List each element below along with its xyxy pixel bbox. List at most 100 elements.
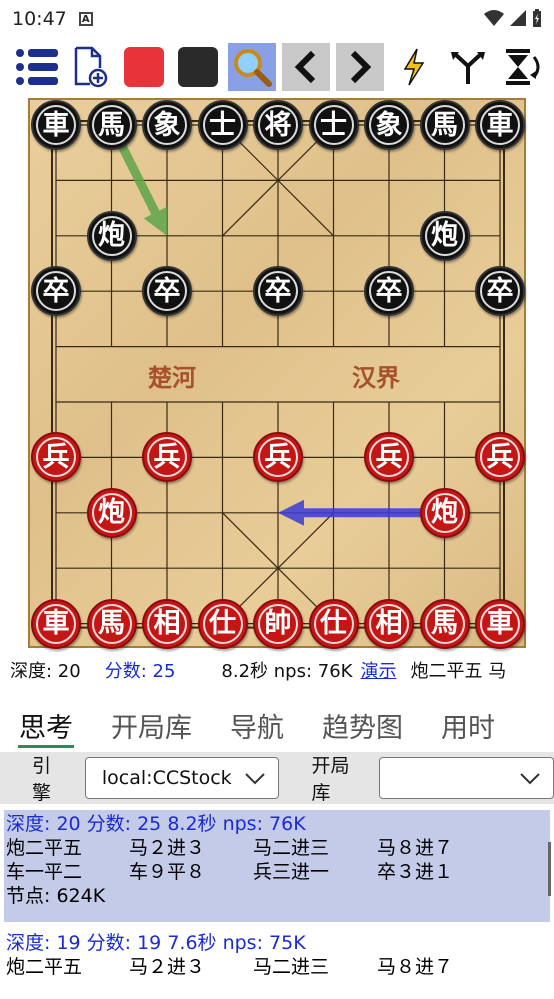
black-piece[interactable]: 馬 [86, 100, 137, 150]
piece-label: 馬 [91, 105, 132, 145]
piece-label: 馬 [91, 603, 132, 644]
black-piece[interactable]: 卒 [253, 266, 303, 317]
move: 卒３进１ [377, 861, 454, 883]
result-moves: 炮二平五 马２进３ 马二进三 马８进７ 车一平二 车９平８ 兵三进一 卒３进１ [6, 836, 550, 884]
piece-label: 車 [480, 105, 520, 145]
black-piece[interactable]: 将 [253, 100, 303, 150]
piece-label: 炮 [424, 215, 465, 256]
black-piece[interactable]: 卒 [475, 266, 525, 317]
tab-navigation[interactable]: 导航 [211, 700, 303, 750]
move: 马二进三 [253, 837, 330, 859]
tab-opening-book[interactable]: 开局库 [92, 700, 211, 750]
engine-move-button[interactable] [390, 43, 438, 91]
black-piece[interactable]: 車 [31, 100, 81, 150]
demo-link[interactable]: 演示 [360, 657, 396, 683]
move: 马二进三 [253, 956, 330, 978]
analysis-result[interactable]: 深度: 19 分数: 19 7.6秒 nps: 75K 炮二平五 马２进３ 马二… [4, 929, 550, 999]
red-side-button[interactable] [120, 43, 168, 91]
move: 马２进３ [129, 837, 206, 859]
piece-label: 卒 [36, 271, 76, 312]
result-header: 深度: 19 分数: 19 7.6秒 nps: 75K [6, 932, 306, 954]
board-grid [51, 120, 505, 629]
red-piece[interactable]: 馬 [419, 598, 470, 649]
black-piece[interactable]: 卒 [31, 266, 81, 317]
move: 车一平二 [6, 861, 83, 883]
red-piece[interactable]: 仕 [197, 598, 248, 649]
notification-icon: A [78, 12, 93, 26]
piece-label: 相 [369, 603, 409, 644]
variation-button[interactable] [444, 43, 492, 91]
tab-time-usage[interactable]: 用时 [422, 700, 514, 750]
move: 炮二平五 [6, 956, 83, 978]
chess-board[interactable]: 楚河 汉界 車馬象士将士象馬車炮炮卒卒卒卒卒兵兵兵兵兵炮炮車馬相仕帥仕相馬車 [28, 98, 526, 649]
menu-button[interactable] [12, 43, 60, 91]
red-piece[interactable]: 炮 [419, 487, 470, 538]
signal-icon [510, 10, 526, 26]
red-piece[interactable]: 相 [142, 598, 192, 649]
black-piece[interactable]: 炮 [86, 210, 137, 261]
piece-label: 馬 [424, 603, 465, 644]
branch-icon [451, 52, 485, 84]
move: 兵三进一 [253, 861, 330, 883]
black-piece[interactable]: 車 [475, 100, 525, 150]
black-piece[interactable]: 士 [197, 100, 248, 150]
river-label-left: 楚河 [148, 364, 196, 392]
battery-icon [533, 9, 541, 27]
result-header: 深度: 20 分数: 25 8.2秒 nps: 76K [6, 813, 306, 835]
black-square-icon [178, 47, 218, 87]
previous-button[interactable] [282, 43, 330, 91]
time-nps-text: 8.2秒 nps: 76K [221, 661, 353, 682]
red-piece[interactable]: 炮 [86, 487, 137, 538]
score-text: 分数: 25 [104, 661, 176, 682]
black-piece[interactable]: 象 [142, 100, 192, 150]
book-select[interactable] [378, 757, 554, 799]
search-icon [234, 49, 272, 87]
move: 马８进７ [377, 837, 454, 859]
analysis-result[interactable]: 深度: 20 分数: 25 8.2秒 nps: 76K 炮二平五 马２进３ 马二… [4, 810, 550, 922]
red-piece[interactable]: 相 [364, 598, 414, 649]
move: 马８进７ [377, 956, 454, 978]
engine-select[interactable]: local:CCStock [84, 757, 280, 799]
engine-settings-bar: 引擎 local:CCStock 开局库 [0, 752, 554, 804]
red-square-icon [124, 47, 164, 87]
red-piece[interactable]: 仕 [308, 598, 359, 649]
piece-label: 象 [369, 105, 409, 145]
status-bar: 10:47 A [0, 0, 554, 38]
black-piece[interactable]: 士 [308, 100, 359, 150]
piece-label: 兵 [480, 437, 520, 478]
lightning-icon [403, 48, 425, 86]
scrollbar[interactable] [548, 842, 551, 896]
red-piece[interactable]: 馬 [86, 598, 137, 649]
black-piece[interactable]: 卒 [142, 266, 192, 317]
tab-thinking[interactable]: 思考 [0, 700, 92, 750]
engine-info-line: 深度: 20 分数: 25 8.2秒 nps: 76K 演示 炮二平五 马 [0, 655, 554, 685]
next-button[interactable] [336, 43, 384, 91]
red-piece[interactable]: 帥 [253, 598, 303, 649]
flip-board-button[interactable] [498, 43, 546, 91]
piece-label: 相 [147, 603, 187, 644]
black-piece[interactable]: 象 [364, 100, 414, 150]
flip-icon [506, 49, 540, 85]
red-piece[interactable]: 車 [31, 598, 81, 649]
red-piece[interactable]: 車 [475, 598, 525, 649]
black-piece[interactable]: 卒 [364, 266, 414, 317]
piece-label: 兵 [36, 437, 76, 478]
engine-select-value: local:CCStock [101, 767, 232, 789]
piece-label: 士 [202, 105, 243, 145]
piece-label: 仕 [202, 603, 243, 644]
move: 车９平８ [129, 861, 206, 883]
tab-trend-chart[interactable]: 趋势图 [303, 700, 422, 750]
result-nodes: 节点: 624K [6, 885, 106, 907]
black-piece[interactable]: 馬 [419, 100, 470, 150]
black-side-button[interactable] [174, 43, 222, 91]
new-file-icon [74, 46, 108, 88]
piece-label: 炮 [424, 492, 465, 533]
new-game-button[interactable] [66, 43, 114, 91]
black-piece[interactable]: 炮 [419, 210, 470, 261]
engine-label: 引擎 [32, 755, 52, 804]
chevron-down-icon [245, 773, 266, 785]
toolbar [0, 38, 554, 96]
search-button[interactable] [228, 43, 276, 91]
move: 马２进３ [129, 956, 206, 978]
piece-label: 卒 [147, 271, 187, 312]
